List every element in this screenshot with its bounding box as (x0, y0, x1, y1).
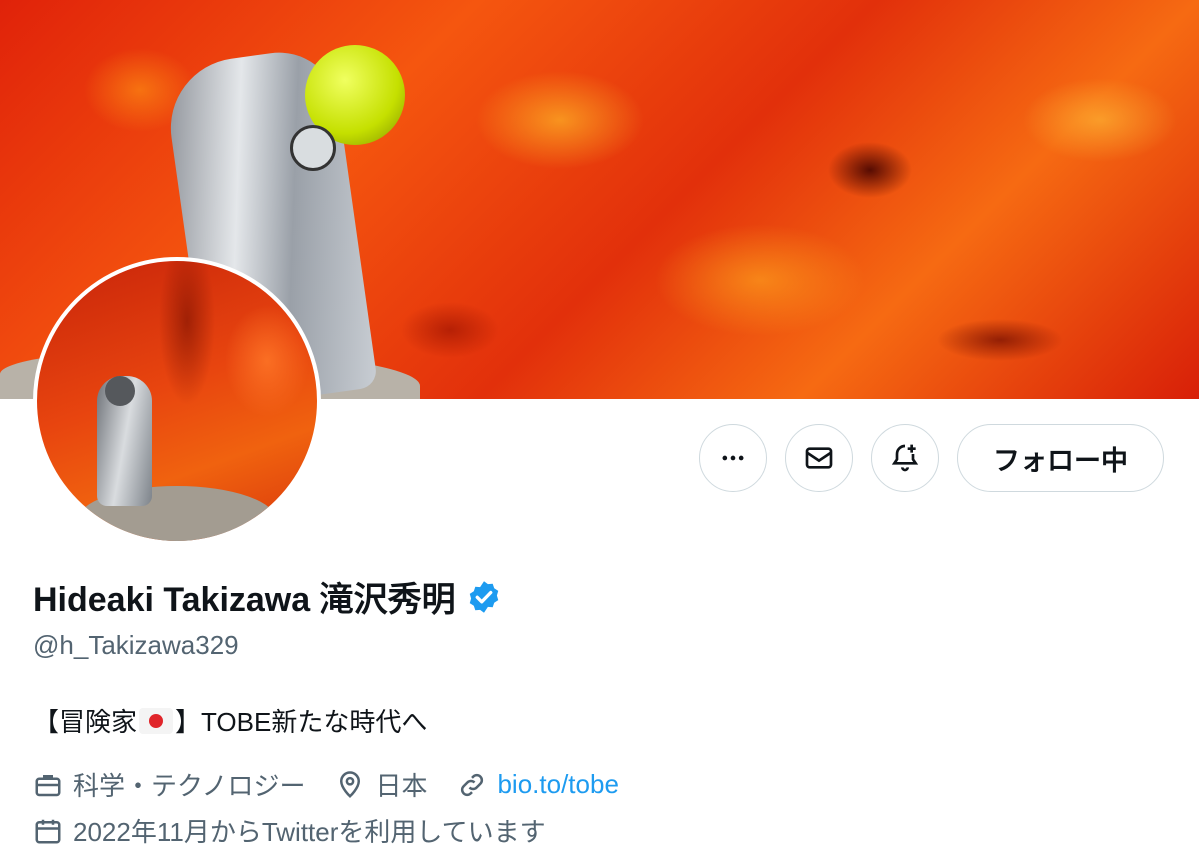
profile-name: Hideaki Takizawa 滝沢秀明 (33, 581, 456, 619)
link-icon (461, 773, 484, 796)
profile-link[interactable]: bio.to/tobe (457, 769, 619, 800)
profile-category: 科学・テクノロジー (33, 766, 305, 803)
bio-text-start: 【冒険家 (33, 707, 138, 737)
verified-badge-icon[interactable] (466, 579, 502, 615)
following-button[interactable]: フォロー中 (957, 424, 1164, 492)
profile-name-row: Hideaki Takizawa 滝沢秀明 (33, 572, 502, 621)
message-button[interactable] (785, 424, 853, 492)
banner-figure-mask (290, 125, 336, 171)
avatar[interactable] (33, 257, 321, 545)
briefcase-icon (35, 774, 61, 796)
profile-bio: 【冒険家 】TOBE新たな時代へ (33, 702, 427, 739)
more-button[interactable] (699, 424, 767, 492)
profile-joined: 2022年11月からTwitterを利用しています (33, 812, 546, 849)
profile-link-text[interactable]: bio.to/tobe (497, 769, 618, 800)
japan-flag-icon (139, 707, 174, 734)
calendar-icon (35, 819, 61, 843)
profile-handle: @h_Takizawa329 (33, 630, 239, 660)
profile-location: 日本 (335, 766, 427, 803)
more-icon (722, 455, 744, 461)
avatar-person-head (105, 376, 135, 406)
profile-actions: フォロー中 (699, 424, 1164, 492)
bell-plus-icon (891, 444, 919, 472)
profile-joined-text: 2022年11月からTwitterを利用しています (73, 817, 546, 847)
profile-location-text: 日本 (375, 771, 428, 801)
notifications-button[interactable] (871, 424, 939, 492)
envelope-icon (805, 447, 833, 469)
profile-category-text: 科学・テクノロジー (73, 771, 306, 801)
location-pin-icon (340, 770, 361, 798)
profile-joined-row: 2022年11月からTwitterを利用しています (33, 812, 576, 849)
bio-text-end: 】TOBE新たな時代へ (175, 707, 428, 737)
profile-meta: 科学・テクノロジー 日本 bio.to/tobe (33, 766, 649, 803)
